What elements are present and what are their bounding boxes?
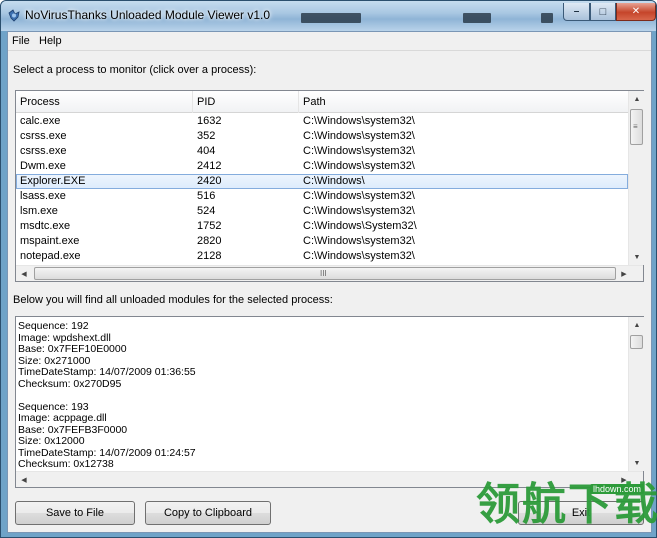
title-bar[interactable]: NoVirusThanks Unloaded Module Viewer v1.… xyxy=(1,1,656,31)
title-bar-decoration xyxy=(463,13,491,23)
table-row[interactable]: mspaint.exe 2820 C:\Windows\system32\ xyxy=(16,234,628,249)
close-icon: ✕ xyxy=(631,6,641,17)
cell-path: C:\Windows\system32\ xyxy=(303,130,415,142)
cell-path: C:\Windows\System32\ xyxy=(303,220,417,232)
title-bar-decoration xyxy=(541,13,553,23)
scroll-thumb[interactable]: III xyxy=(34,267,616,280)
cell-path: C:\Windows\ xyxy=(303,175,365,187)
modules-output-lines: Sequence: 192 Image: wpdshext.dll Base: 0x… xyxy=(18,320,618,471)
cell-pid: 524 xyxy=(197,205,216,217)
window-title: NoVirusThanks Unloaded Module Viewer v1.… xyxy=(25,8,271,22)
process-section-label: Select a process to monitor (click over … xyxy=(13,64,257,76)
cell-pid: 516 xyxy=(197,190,216,202)
modules-output-text[interactable]: Sequence: 192 Image: wpdshext.dll Base: 0x… xyxy=(15,316,644,488)
output-line: Checksum: 0x12738 xyxy=(18,458,114,470)
app-window: NoVirusThanks Unloaded Module Viewer v1.… xyxy=(0,0,657,538)
cell-path: C:\Windows\system32\ xyxy=(303,235,415,247)
menu-help[interactable]: Help xyxy=(39,35,62,47)
scroll-up-icon[interactable]: ▲ xyxy=(629,91,645,107)
output-line: Sequence: 192 xyxy=(18,320,89,332)
cell-pid: 1632 xyxy=(197,115,222,127)
scroll-left-icon[interactable]: ◀ xyxy=(16,472,32,488)
maximize-icon: □ xyxy=(599,5,607,18)
table-row[interactable]: lsass.exe 516 C:\Windows\system32\ xyxy=(16,189,628,204)
cell-pid: 2420 xyxy=(197,175,222,187)
table-row[interactable]: lsm.exe 524 C:\Windows\system32\ xyxy=(16,204,628,219)
cell-process: calc.exe xyxy=(20,115,61,127)
output-line: TimeDateStamp: 14/07/2009 01:36:55 xyxy=(18,366,196,378)
table-row[interactable]: Dwm.exe 2412 C:\Windows\system32\ xyxy=(16,159,628,174)
table-row[interactable]: notepad.exe 2128 C:\Windows\system32\ xyxy=(16,249,628,264)
column-header-path[interactable]: Path xyxy=(299,91,628,113)
watermark-site: lhdown.com xyxy=(590,484,645,494)
column-header-process[interactable]: Process xyxy=(16,91,193,113)
title-bar-decoration xyxy=(301,13,361,23)
maximize-button[interactable]: □ xyxy=(590,3,616,21)
minimize-icon: – xyxy=(573,6,580,17)
app-icon xyxy=(8,9,20,22)
table-row[interactable]: calc.exe 1632 C:\Windows\system32\ xyxy=(16,114,628,129)
cell-pid: 2128 xyxy=(197,250,222,262)
cell-process: csrss.exe xyxy=(20,130,67,142)
cell-pid: 2820 xyxy=(197,235,222,247)
table-row[interactable]: Explorer.EXE 2420 C:\Windows\ xyxy=(16,174,628,189)
cell-pid: 1752 xyxy=(197,220,222,232)
output-line: Base: 0x7FEFB3F0000 xyxy=(18,423,128,436)
cell-process: notepad.exe xyxy=(20,250,81,262)
cell-pid: 404 xyxy=(197,145,216,157)
process-list-header: Process PID Path xyxy=(16,91,628,113)
process-list[interactable]: Process PID Path calc.exe 1632 C:\Windows\… xyxy=(15,90,644,282)
table-row[interactable]: csrss.exe 352 C:\Windows\system32\ xyxy=(16,129,628,144)
scroll-down-icon[interactable]: ▼ xyxy=(629,249,645,265)
menu-bar: File Help xyxy=(8,32,651,51)
output-line: Image: acppage.dll xyxy=(18,412,107,424)
cell-process: lsm.exe xyxy=(20,205,58,217)
scroll-thumb[interactable]: ≡ xyxy=(630,109,643,145)
output-line: Checksum: 0x270D95 xyxy=(18,377,122,390)
cell-process: csrss.exe xyxy=(20,145,67,157)
scroll-left-icon[interactable]: ◀ xyxy=(16,266,32,282)
cell-process: Dwm.exe xyxy=(20,160,66,172)
cell-path: C:\Windows\system32\ xyxy=(303,205,415,217)
modules-output-vscrollbar[interactable]: ▲ ▼ xyxy=(628,317,644,471)
cell-path: C:\Windows\system32\ xyxy=(303,115,415,127)
table-row[interactable]: csrss.exe 404 C:\Windows\system32\ xyxy=(16,144,628,159)
scroll-right-icon[interactable]: ▶ xyxy=(616,266,632,282)
process-list-hscrollbar[interactable]: ◀ III ▶ xyxy=(16,265,643,281)
menu-file[interactable]: File xyxy=(12,35,30,47)
save-to-file-button[interactable]: Save to File xyxy=(15,501,135,525)
copy-to-clipboard-button[interactable]: Copy to Clipboard xyxy=(145,501,271,525)
cell-process: msdtc.exe xyxy=(20,220,71,232)
process-list-vscrollbar[interactable]: ▲ ≡ ▼ xyxy=(628,91,644,265)
output-line: Base: 0x7FEF10E0000 xyxy=(18,343,127,355)
table-row[interactable]: msdtc.exe 1752 C:\Windows\System32\ xyxy=(16,219,628,234)
scroll-grip-icon: III xyxy=(320,269,327,278)
cell-path: C:\Windows\system32\ xyxy=(303,190,415,202)
minimize-button[interactable]: – xyxy=(563,3,590,21)
cell-path: C:\Windows\system32\ xyxy=(303,160,415,172)
output-line: Sequence: 193 xyxy=(18,400,89,413)
output-line: Size: 0x12000 xyxy=(18,435,85,447)
cell-process: Explorer.EXE xyxy=(20,175,86,187)
cell-path: C:\Windows\system32\ xyxy=(303,145,415,157)
cell-process: lsass.exe xyxy=(20,190,66,202)
modules-section-label: Below you will find all unloaded modules… xyxy=(13,294,333,306)
scroll-up-icon[interactable]: ▲ xyxy=(629,317,645,333)
cell-process: mspaint.exe xyxy=(20,235,80,247)
process-list-rows: calc.exe 1632 C:\Windows\system32\ csrss.ex… xyxy=(16,114,628,264)
cell-path: C:\Windows\system32\ xyxy=(303,250,415,262)
client-area: File Help Select a process to monitor (c… xyxy=(7,31,652,533)
close-button[interactable]: ✕ xyxy=(616,3,656,21)
cell-pid: 2412 xyxy=(197,160,222,172)
scroll-thumb[interactable] xyxy=(630,335,643,349)
cell-pid: 352 xyxy=(197,130,216,142)
scroll-grip-icon: ≡ xyxy=(633,122,638,131)
column-header-pid[interactable]: PID xyxy=(193,91,299,113)
scroll-down-icon[interactable]: ▼ xyxy=(629,455,645,471)
